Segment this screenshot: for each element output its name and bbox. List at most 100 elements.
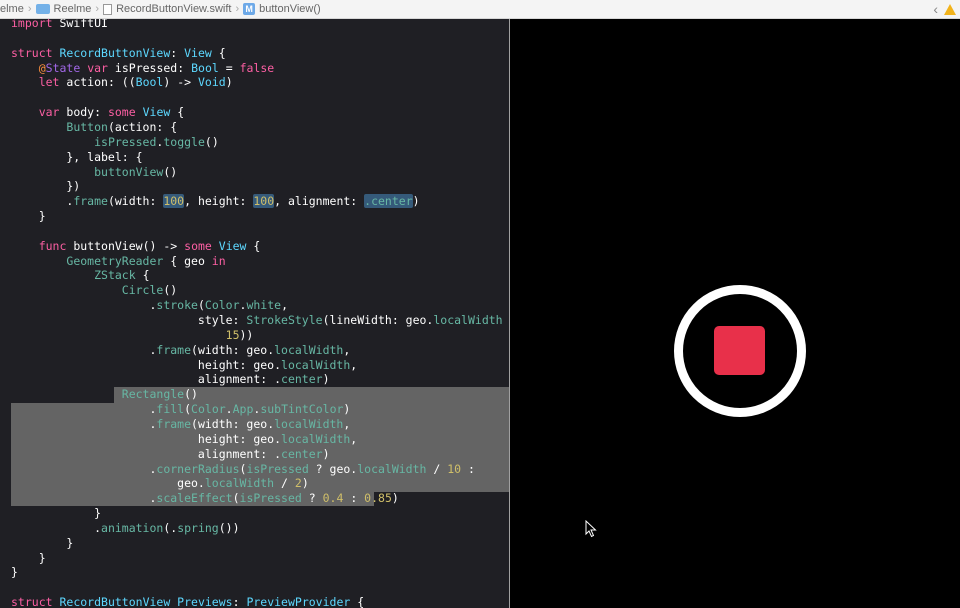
code-token: ): [322, 446, 330, 461]
code-line: .cornerRadius(isPressed ? geo.localWidth…: [11, 462, 509, 477]
code-token: .: [225, 402, 233, 417]
code-line: import SwiftUI: [11, 19, 509, 31]
code-token: false: [239, 60, 275, 75]
code-token: isPressed: [114, 60, 178, 75]
code-token: (: [232, 491, 240, 506]
code-token: (width: geo.: [191, 416, 275, 431]
code-token: { geo: [163, 253, 212, 268]
code-token: /: [274, 476, 295, 491]
code-token: ?: [301, 491, 323, 506]
code-token: RecordButtonView: [59, 45, 171, 60]
code-token: cornerRadius: [156, 461, 240, 476]
code-token: 10: [447, 461, 462, 476]
code-token: frame: [156, 342, 192, 357]
code-line: .scaleEffect(isPressed ? 0.4 : 0.85): [11, 491, 509, 506]
code-token: StrokeStyle: [246, 313, 323, 327]
code-token: action: ((: [59, 75, 136, 90]
code-token: ()): [218, 520, 240, 535]
breadcrumb: elme › Reelme › RecordButtonView.swift ›…: [0, 0, 960, 19]
code-line: ZStack {: [11, 268, 509, 283]
code-token: 0.85: [364, 491, 392, 506]
code-token: ) ->: [163, 75, 198, 90]
code-editor[interactable]: import SwiftUI struct RecordButtonView: V…: [0, 19, 509, 608]
code-line: geo.localWidth / 2): [11, 476, 509, 491]
code-token: .center: [364, 194, 413, 209]
code-token: Bool: [135, 75, 164, 90]
chevron-left-icon[interactable]: ‹: [933, 1, 938, 17]
code-line: }: [11, 536, 509, 551]
code-token: isPressed: [246, 461, 309, 476]
code-token: Void: [197, 75, 226, 90]
breadcrumb-item-group[interactable]: Reelme: [35, 3, 92, 15]
code-token: @: [38, 60, 46, 75]
breadcrumb-item-project[interactable]: elme: [0, 3, 24, 15]
code-line: 15)): [11, 328, 509, 343]
code-line: }: [11, 565, 509, 580]
code-line: var body: some View {: [11, 105, 509, 120]
code-token: .: [11, 461, 157, 476]
code-token: localWidth: [357, 461, 427, 476]
code-token: {: [135, 268, 150, 283]
code-token: stroke: [156, 298, 198, 313]
swift-file-icon: [103, 3, 113, 15]
code-token: :: [170, 45, 185, 60]
code-token: frame: [73, 194, 108, 209]
code-line: }: [11, 209, 509, 224]
code-line: alignment: .center): [11, 372, 509, 387]
warning-icon[interactable]: [944, 3, 956, 15]
code-token: PreviewProvider: [246, 595, 351, 608]
code-token: }: [11, 550, 46, 565]
code-token: import: [11, 19, 53, 30]
code-token: View: [142, 105, 171, 120]
code-token: fill: [156, 402, 185, 417]
code-line: .frame(width: geo.localWidth,: [11, 343, 509, 358]
method-icon: M: [243, 3, 256, 15]
breadcrumb-label: Reelme: [53, 3, 92, 15]
code-token: center: [281, 446, 323, 461]
breadcrumb-item-method[interactable]: M buttonView(): [243, 3, 321, 15]
code-line: .animation(.spring()): [11, 521, 509, 536]
code-token: Color: [191, 402, 226, 417]
code-token: scaleEffect: [156, 491, 233, 506]
code-token: (.: [163, 520, 178, 535]
breadcrumb-item-file[interactable]: RecordButtonView.swift: [103, 3, 231, 15]
code-token: (: [184, 402, 192, 417]
code-token: (lineWidth: geo.: [322, 313, 434, 327]
code-token: GeometryReader: [66, 253, 164, 268]
code-token: View: [218, 238, 247, 253]
code-token: some: [107, 105, 136, 120]
code-token: SwiftUI: [52, 19, 108, 30]
code-token: () ->: [142, 238, 185, 253]
code-token: ZStack: [94, 268, 136, 283]
code-line: struct RecordButtonView: View {: [11, 46, 509, 61]
breadcrumb-label: elme: [0, 3, 24, 15]
code-token: .: [11, 194, 74, 209]
code-token: ): [391, 491, 399, 506]
code-token: (: [197, 298, 205, 313]
code-token: 15: [225, 327, 240, 342]
code-token: :: [232, 595, 247, 608]
code-token: in: [211, 253, 226, 268]
code-token: ? geo.: [308, 461, 358, 476]
code-line: .stroke(Color.white,: [11, 298, 509, 313]
code-token: spring: [177, 520, 219, 535]
code-token: ,: [350, 431, 358, 446]
code-token: }: [11, 535, 74, 550]
code-line: }: [11, 551, 509, 566]
chevron-right-icon: ›: [235, 3, 240, 15]
code-token: (): [163, 283, 178, 298]
code-token: RecordButtonView_Previews: [59, 595, 233, 608]
code-token: ): [301, 476, 309, 491]
record-button-stop-square[interactable]: [714, 326, 765, 375]
code-token: (width: geo.: [191, 342, 275, 357]
code-line: func buttonView() -> some View {: [11, 239, 509, 254]
code-line: alignment: .center): [11, 447, 509, 462]
code-line: .frame(width: geo.localWidth,: [11, 417, 509, 432]
